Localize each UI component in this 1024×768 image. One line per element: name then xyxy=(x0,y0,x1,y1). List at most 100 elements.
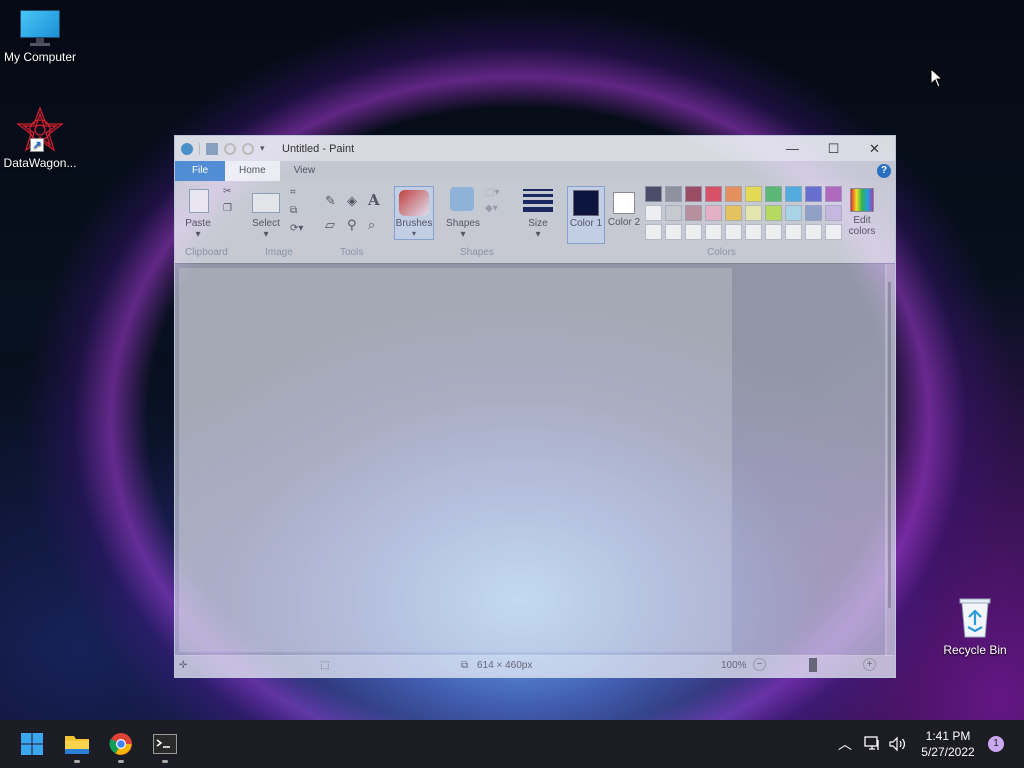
maximize-button[interactable]: ☐ xyxy=(813,136,854,161)
color-swatch[interactable] xyxy=(785,186,802,202)
color-swatch[interactable] xyxy=(685,186,702,202)
paint-app-icon xyxy=(181,142,193,155)
color-swatch[interactable] xyxy=(665,205,682,221)
color-swatch[interactable] xyxy=(805,224,822,240)
color-swatch[interactable] xyxy=(645,186,662,202)
vertical-scrollbar[interactable] xyxy=(885,264,895,656)
color-swatch[interactable] xyxy=(785,224,802,240)
start-button[interactable] xyxy=(16,728,48,760)
color-swatch[interactable] xyxy=(665,224,682,240)
paste-icon xyxy=(189,189,209,213)
select-label: Select xyxy=(252,218,280,229)
color-swatch[interactable] xyxy=(825,205,842,221)
color2-swatch xyxy=(613,192,635,214)
desktop-icon-datawagon[interactable]: ↗ DataWagon... xyxy=(0,106,80,170)
desktop-icon-my-computer[interactable]: My Computer xyxy=(0,8,80,64)
chrome-icon xyxy=(109,733,132,755)
color-swatch[interactable] xyxy=(785,205,802,221)
show-hidden-icons-button[interactable]: ︿ xyxy=(838,720,852,768)
window-title: Untitled - Paint xyxy=(282,142,355,155)
tab-view[interactable]: View xyxy=(280,161,330,181)
scrollbar-thumb[interactable] xyxy=(888,282,891,608)
zoom-out-button[interactable]: − xyxy=(753,658,766,671)
clock[interactable]: 1:41 PM 5/27/2022 xyxy=(912,728,984,760)
size-button[interactable]: Size ▾ xyxy=(518,218,558,240)
notification-badge[interactable]: 1 xyxy=(988,736,1004,752)
color-swatch[interactable] xyxy=(745,186,762,202)
minimize-button[interactable]: — xyxy=(772,136,813,161)
color-swatch[interactable] xyxy=(725,186,742,202)
chevron-down-icon: ▾ xyxy=(411,229,416,238)
edit-colors-button[interactable]: Edit colors xyxy=(843,186,881,244)
select-button[interactable]: Select ▾ xyxy=(247,218,285,240)
canvas-dimensions: 614 × 460px xyxy=(477,660,533,671)
title-bar[interactable]: ▾ Untitled - Paint — ☐ ✕ xyxy=(175,136,895,161)
magnifier-icon[interactable]: ⌕ xyxy=(368,217,375,233)
network-icon[interactable] xyxy=(864,720,882,768)
color-swatch[interactable] xyxy=(685,224,702,240)
color-palette xyxy=(645,186,842,240)
terminal-button[interactable] xyxy=(149,728,181,763)
outline-icon[interactable]: ⬚▾ xyxy=(485,187,499,198)
color-swatch[interactable] xyxy=(705,186,722,202)
desktop-icon-recycle-bin[interactable]: Recycle Bin xyxy=(935,595,1015,657)
color-swatch[interactable] xyxy=(805,186,822,202)
color-picker-icon[interactable]: ⚲ xyxy=(347,217,357,233)
close-button[interactable]: ✕ xyxy=(854,136,895,161)
text-icon[interactable]: A xyxy=(368,191,380,209)
redo-icon[interactable] xyxy=(242,142,254,155)
volume-icon[interactable] xyxy=(888,720,908,768)
color-swatch[interactable] xyxy=(645,224,662,240)
crop-icon[interactable]: ⌗ xyxy=(290,187,296,198)
zoom-in-button[interactable]: + xyxy=(863,658,876,671)
cut-icon[interactable]: ✂ xyxy=(223,186,231,197)
desktop-icon-label: DataWagon... xyxy=(3,156,77,170)
color-swatch[interactable] xyxy=(725,224,742,240)
ribbon: Paste ▾ ✂ ❐ Clipboard Select ▾ ⌗ ⧉ ⟳▾ Imag… xyxy=(175,181,895,263)
undo-icon[interactable] xyxy=(224,142,236,155)
color-swatch[interactable] xyxy=(765,186,782,202)
color-swatch[interactable] xyxy=(665,186,682,202)
color-swatch[interactable] xyxy=(805,205,822,221)
zoom-slider-thumb[interactable] xyxy=(809,658,817,672)
color-swatch[interactable] xyxy=(745,224,762,240)
color-swatch[interactable] xyxy=(825,224,842,240)
folder-icon xyxy=(65,736,89,754)
help-icon[interactable]: ? xyxy=(877,164,891,178)
windows-logo-icon xyxy=(21,733,43,755)
chrome-button[interactable] xyxy=(105,728,137,763)
color2-button[interactable]: Color 2 xyxy=(607,186,641,244)
fill-icon[interactable]: ◈ xyxy=(347,193,357,209)
color-swatch[interactable] xyxy=(765,205,782,221)
rotate-icon[interactable]: ⟳▾ xyxy=(290,223,303,234)
fill-shape-icon[interactable]: ◆▾ xyxy=(485,203,498,214)
zoom-level: 100% xyxy=(721,660,747,671)
color-swatch[interactable] xyxy=(765,224,782,240)
color-swatch[interactable] xyxy=(745,205,762,221)
color-swatch[interactable] xyxy=(705,205,722,221)
resize-icon[interactable]: ⧉ xyxy=(290,205,297,216)
save-icon[interactable] xyxy=(206,142,218,155)
paste-button[interactable]: Paste ▾ xyxy=(183,218,213,240)
drawing-canvas[interactable] xyxy=(179,268,732,652)
tab-home[interactable]: Home xyxy=(225,161,280,181)
canvas-size-icon: ⧉ xyxy=(461,660,469,671)
paint-window[interactable]: ▾ Untitled - Paint — ☐ ✕ File Home View … xyxy=(174,135,896,678)
color-swatch[interactable] xyxy=(685,205,702,221)
color1-button[interactable]: Color 1 xyxy=(567,186,605,244)
copy-icon[interactable]: ❐ xyxy=(223,203,232,214)
recycle-bin-icon xyxy=(956,595,994,639)
color-swatch[interactable] xyxy=(645,205,662,221)
shortcut-arrow-icon: ↗ xyxy=(30,138,44,152)
color-swatch[interactable] xyxy=(705,224,722,240)
shapes-button[interactable]: Shapes ▾ xyxy=(443,218,483,240)
eraser-icon[interactable]: ▱ xyxy=(325,217,335,233)
running-indicator xyxy=(74,760,80,763)
color-swatch[interactable] xyxy=(725,205,742,221)
brushes-button[interactable]: Brushes ▾ xyxy=(394,186,434,240)
file-explorer-button[interactable] xyxy=(61,728,93,763)
customize-quick-access-icon[interactable]: ▾ xyxy=(260,143,272,155)
pencil-icon[interactable]: ✎ xyxy=(325,193,336,209)
color-swatch[interactable] xyxy=(825,186,842,202)
tab-file[interactable]: File xyxy=(175,161,225,181)
